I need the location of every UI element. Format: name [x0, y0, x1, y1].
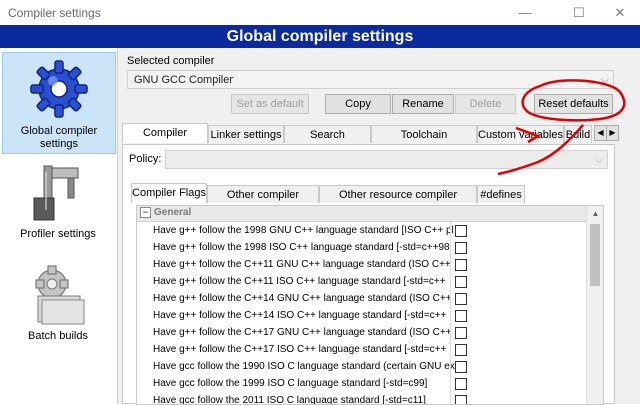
annotation-circle [521, 79, 626, 122]
annotation-arrow-head [515, 126, 541, 144]
annotation-arrow-line [497, 124, 584, 176]
red-annotation [497, 79, 626, 176]
